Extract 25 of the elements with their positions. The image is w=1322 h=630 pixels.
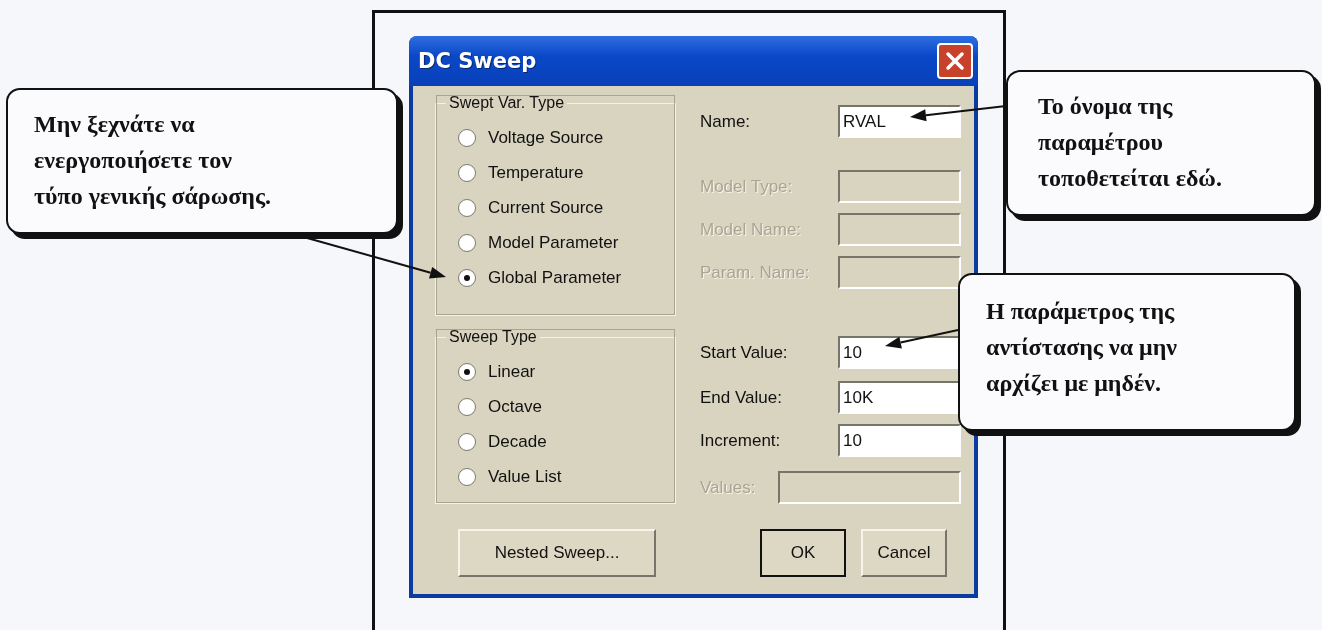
radio-option[interactable]: Temperature <box>458 161 675 185</box>
input-field[interactable]: 10K <box>838 381 961 414</box>
radio-option[interactable]: Linear <box>458 360 675 384</box>
radio-option[interactable]: Current Source <box>458 196 675 220</box>
group-label: Swept Var. Type <box>448 94 566 112</box>
radio-option[interactable]: Voltage Source <box>458 126 675 150</box>
field-label: Start Value: <box>700 342 789 363</box>
close-icon <box>944 50 966 72</box>
radio-option[interactable]: Global Parameter <box>458 266 675 290</box>
close-button[interactable] <box>937 43 973 79</box>
input-field[interactable]: 10 <box>838 424 961 457</box>
radio-option[interactable]: Decade <box>458 430 675 454</box>
radio-option[interactable]: Octave <box>458 395 675 419</box>
input-field[interactable]: RVAL <box>838 105 961 138</box>
dialog-button[interactable]: Nested Sweep... <box>458 529 656 577</box>
field-label: End Value: <box>700 387 783 408</box>
field-label: Name: <box>700 111 752 132</box>
group-label: Sweep Type <box>448 328 538 346</box>
window-title: DC Sweep <box>418 49 537 73</box>
dialog-button[interactable]: Cancel <box>861 529 947 577</box>
input-field[interactable]: 10 <box>838 336 961 369</box>
radio-option[interactable]: Model Parameter <box>458 231 675 255</box>
dialog-button[interactable]: OK <box>760 529 846 577</box>
radio-option[interactable]: Value List <box>458 465 675 489</box>
field-label: Increment: <box>700 430 782 451</box>
